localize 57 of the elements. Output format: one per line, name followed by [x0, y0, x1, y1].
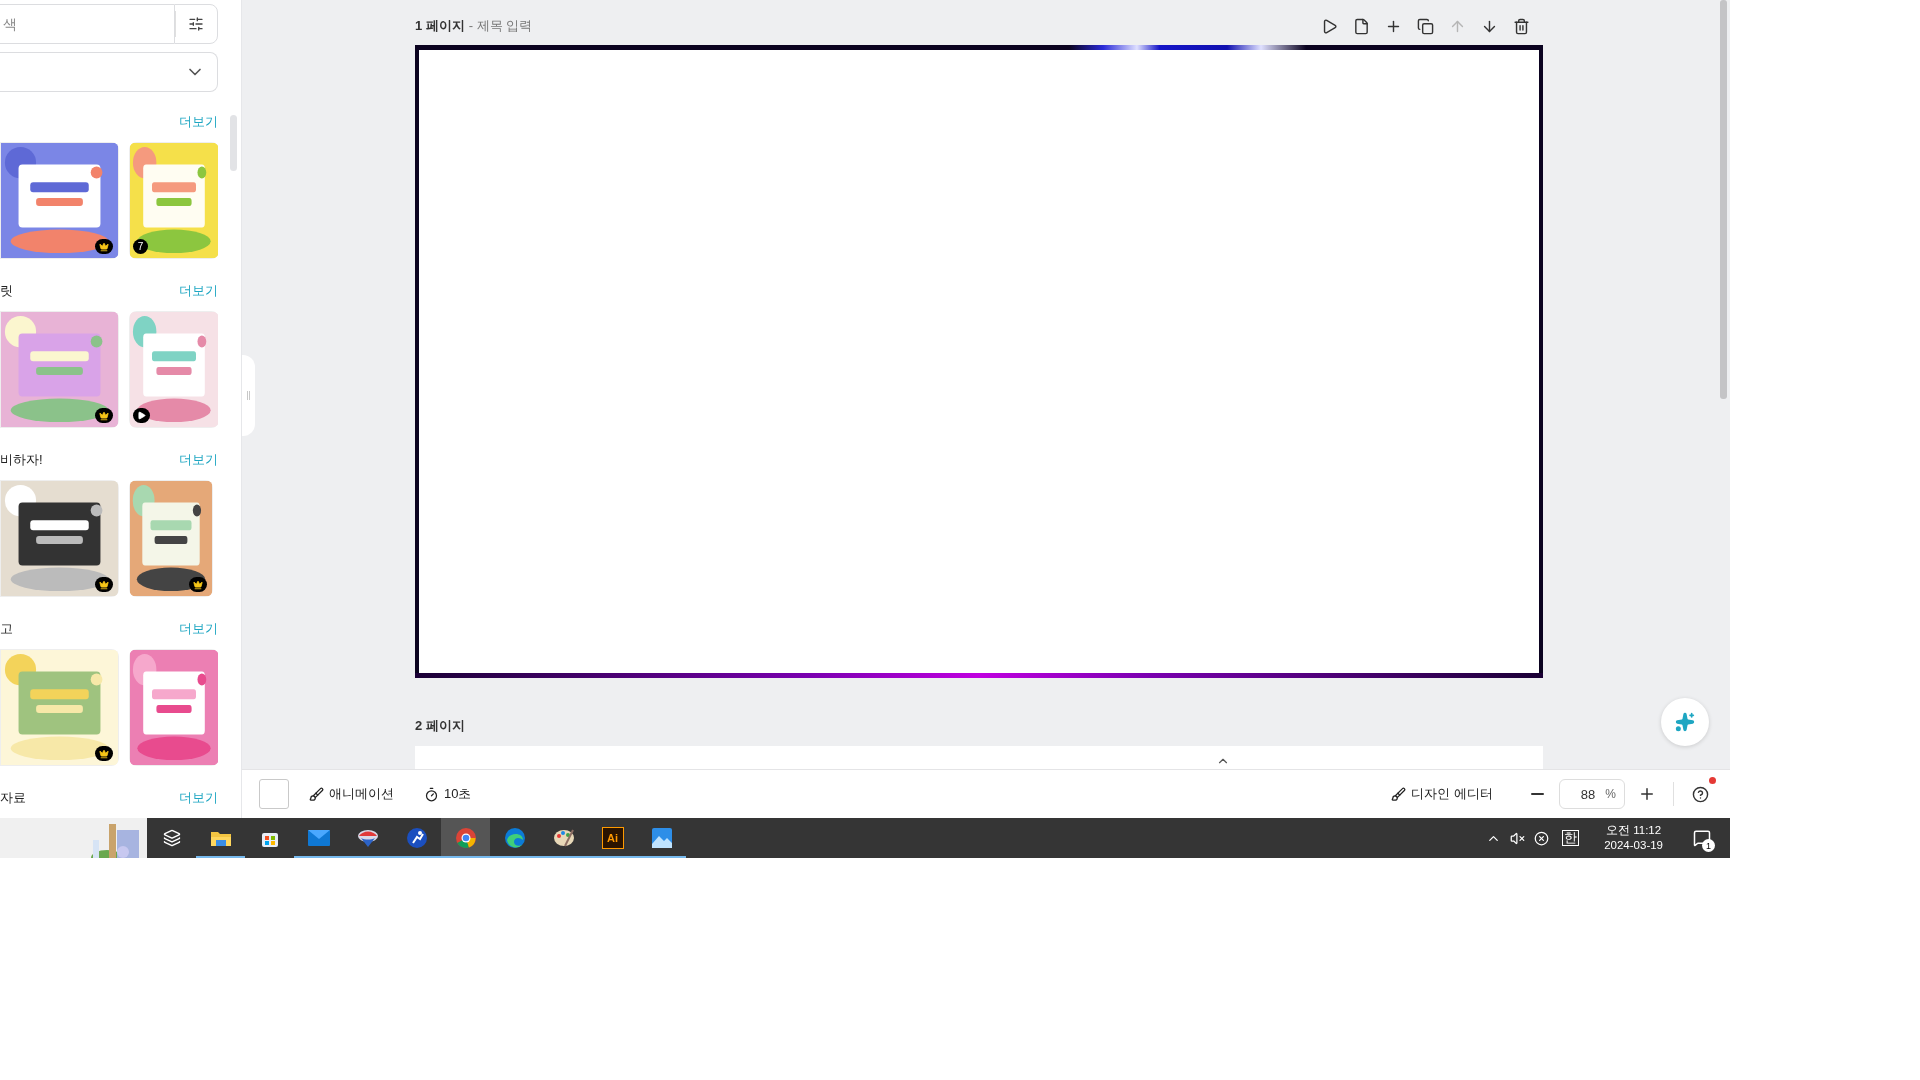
crown-icon	[99, 241, 109, 252]
crown-icon	[99, 410, 109, 421]
brush-icon	[1391, 786, 1407, 802]
wave-icon	[503, 827, 526, 849]
notification-count: 1	[1702, 839, 1715, 852]
zoom-field[interactable]: 88	[1574, 786, 1602, 802]
swirl-icon	[356, 828, 379, 848]
play-icon	[137, 411, 146, 420]
task-view-icon	[162, 829, 181, 847]
message-icon	[1693, 829, 1711, 847]
scrollbar-thumb[interactable]	[230, 115, 237, 171]
volume-muted-icon[interactable]	[1510, 830, 1526, 846]
trash-icon	[1512, 17, 1530, 35]
duration-button[interactable]: 10초	[424, 785, 472, 803]
palette-icon	[552, 828, 575, 848]
crown-icon	[99, 748, 109, 759]
clock-date: 2024-03-19	[1604, 838, 1663, 853]
page-icon	[1352, 17, 1370, 35]
grip-icon	[247, 391, 250, 400]
sliders-icon	[188, 16, 204, 32]
section-title: 고	[0, 620, 13, 638]
input-method-indicator[interactable]: 한	[1562, 830, 1580, 846]
brush-icon	[309, 786, 324, 802]
close-circle-icon[interactable]	[1534, 830, 1550, 846]
section-title: 릿	[0, 282, 13, 300]
browser-icon	[454, 827, 477, 849]
section-title: 비하자!	[0, 451, 43, 469]
design-editor-button[interactable]: 디자인 에디터	[1391, 785, 1493, 803]
filter-button[interactable]	[174, 4, 218, 44]
taskbar-app[interactable]: Ai	[588, 818, 637, 858]
section-title: 자료	[0, 789, 26, 807]
crown-icon	[99, 579, 109, 590]
page-canvas[interactable]	[415, 45, 1543, 678]
folder-icon	[209, 829, 232, 847]
animation-button[interactable]: 애니메이션	[309, 785, 394, 803]
panel-handle[interactable]	[242, 355, 255, 436]
runner-icon	[405, 827, 428, 849]
sparkle-icon	[1675, 712, 1695, 732]
clock-time: 오전 11:12	[1606, 823, 1662, 838]
background-color-swatch[interactable]	[259, 779, 289, 809]
photo-icon	[651, 828, 672, 848]
notification-button[interactable]: 1	[1684, 818, 1720, 858]
percent-label: %	[1605, 787, 1616, 801]
search-field[interactable]: 색	[0, 4, 174, 44]
page-label: 2 페이지	[415, 717, 465, 735]
scrollbar-thumb[interactable]	[1720, 0, 1727, 399]
copy-icon	[1416, 17, 1434, 35]
minus-icon	[1530, 793, 1544, 795]
app-logo: Ai	[601, 827, 624, 849]
plus-icon	[1638, 785, 1656, 803]
page-label: 1 페이지	[415, 17, 465, 35]
help-icon	[1691, 785, 1709, 803]
ai-assistant-button[interactable]	[1661, 698, 1709, 746]
envelope-icon	[307, 830, 330, 846]
page-title[interactable]: - 제목 입력	[468, 17, 533, 35]
timer-icon	[424, 786, 439, 802]
crown-icon	[193, 579, 203, 590]
